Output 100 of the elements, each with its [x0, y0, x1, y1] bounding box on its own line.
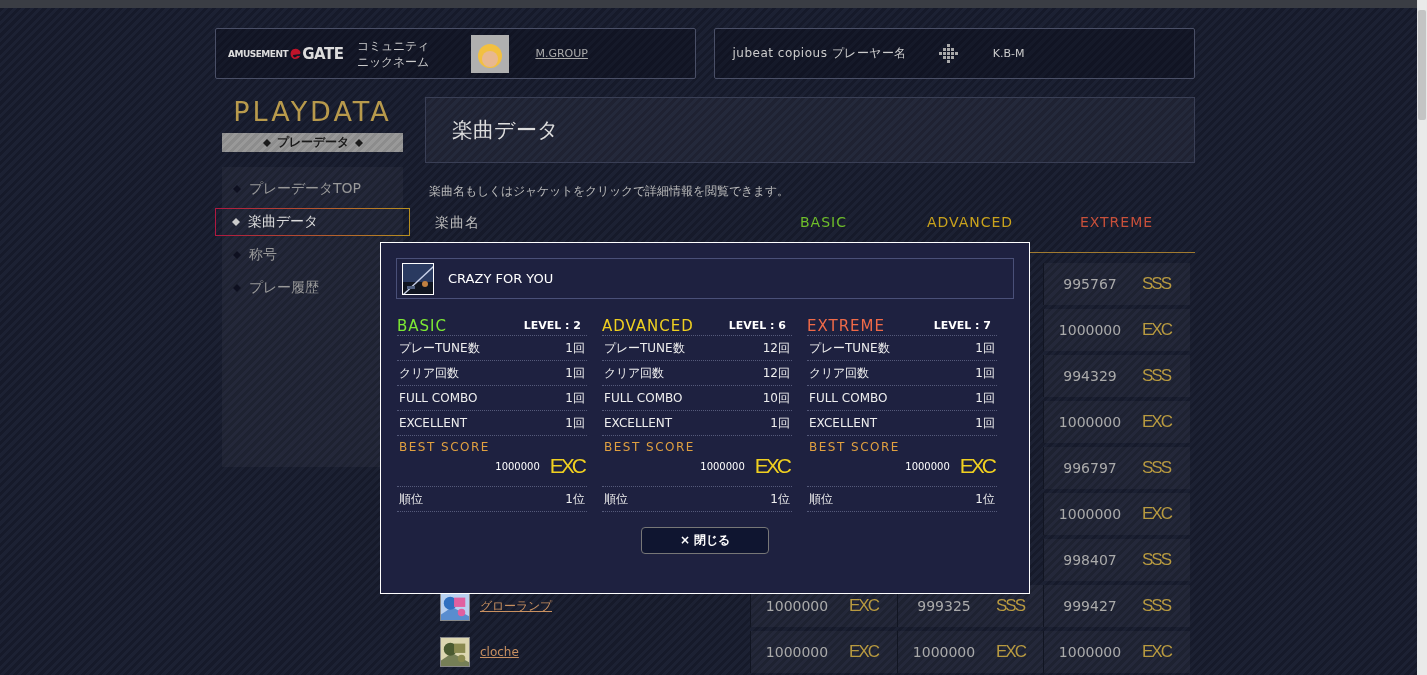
stat-label: 順位: [604, 490, 628, 508]
nav-item[interactable]: プレーデータTOP: [222, 175, 403, 203]
stat-value: 1回: [975, 364, 995, 382]
stat-value: 1位: [565, 490, 585, 508]
stat-label: FULL COMBO: [399, 391, 478, 405]
player-name: K.B-M: [992, 47, 1025, 60]
difficulty-name: BASIC: [397, 317, 447, 335]
score: 1000000: [764, 644, 830, 660]
stat-value: 10回: [762, 389, 790, 407]
stat-value: 1回: [565, 339, 585, 357]
level: LEVEL : 7: [933, 319, 991, 332]
section-subtitle: プレーデータ: [276, 134, 349, 151]
rank: SSS: [1142, 458, 1171, 478]
stat-value: 1回: [770, 414, 790, 432]
score: 1000000: [1057, 644, 1123, 660]
stat-label: FULL COMBO: [809, 391, 888, 405]
stat-label: EXCELLENT: [399, 416, 468, 430]
nickname-link[interactable]: M.GROUP: [535, 47, 588, 60]
score: 1000000: [911, 644, 977, 660]
score: 996797: [1062, 460, 1118, 476]
page-heading: 楽曲データ: [425, 97, 1195, 163]
score: 999325: [916, 598, 972, 614]
rank: SSS: [1142, 366, 1171, 386]
stat-label: 順位: [399, 490, 423, 508]
best-score: 1000000: [495, 460, 540, 472]
stat-value: 1回: [975, 389, 995, 407]
diamond-icon: [233, 284, 241, 292]
best-score-label: BEST SCORE: [399, 440, 491, 454]
nav-item[interactable]: 称号: [222, 241, 403, 269]
difficulty-name: ADVANCED: [602, 317, 694, 335]
diamond-icon: [262, 138, 271, 147]
rank: EXC: [996, 642, 1025, 662]
best-score-label: BEST SCORE: [809, 440, 901, 454]
stat-label: クリア回数: [604, 364, 664, 382]
swoosh-icon: [289, 46, 302, 61]
column-header: 楽曲名: [434, 214, 481, 232]
stat-value: 12回: [762, 364, 790, 382]
score: 1000000: [1057, 506, 1123, 522]
level: LEVEL : 2: [523, 319, 581, 332]
stat-value: 1回: [565, 364, 585, 382]
field-label: コミュニティ: [357, 37, 430, 54]
stat-value: 1回: [975, 414, 995, 432]
rank: EXC: [1142, 412, 1171, 432]
rank: SSS: [1142, 596, 1171, 616]
scrollbar[interactable]: [1417, 0, 1427, 675]
field-label: ニックネーム: [357, 53, 430, 70]
stat-label: プレーTUNE数: [809, 339, 890, 357]
difficulty-name: EXTREME: [807, 317, 885, 335]
stat-value: 1回: [565, 414, 585, 432]
best-score-label: BEST SCORE: [604, 440, 696, 454]
rank: EXC: [754, 454, 791, 478]
diamond-icon: [233, 251, 241, 259]
section-title: PLAYDATA: [232, 97, 393, 127]
rank: EXC: [1142, 320, 1171, 340]
song-link[interactable]: cloche: [480, 645, 519, 659]
close-button[interactable]: × 閉じる: [641, 527, 769, 554]
stat-label: FULL COMBO: [604, 391, 683, 405]
score: 995767: [1062, 276, 1118, 292]
score: 1000000: [1057, 414, 1123, 430]
diamond-grid-icon: [936, 41, 961, 66]
stat-label: EXCELLENT: [809, 416, 878, 430]
rank: EXC: [1142, 642, 1171, 662]
stat-value: 12回: [762, 339, 790, 357]
logo-text: AMUSEMENT: [228, 48, 289, 59]
column-header: EXTREME: [1078, 214, 1155, 230]
logo-text: GATE: [302, 44, 344, 63]
field-label: jubeat copious プレーヤー名: [732, 45, 907, 62]
score: 998407: [1062, 552, 1118, 568]
song-title: CRAZY FOR YOU: [448, 271, 554, 286]
nav-item[interactable]: プレー履歴: [222, 274, 403, 302]
rank: EXC: [1142, 504, 1171, 524]
column-header: ADVANCED: [925, 214, 1015, 230]
score: 994329: [1062, 368, 1118, 384]
avatar-icon: [471, 34, 510, 73]
song-link[interactable]: グローランプ: [480, 597, 552, 615]
diamond-icon: [233, 185, 241, 193]
stat-label: 順位: [809, 490, 833, 508]
rank: EXC: [849, 596, 878, 616]
rank: EXC: [959, 454, 996, 478]
rank: EXC: [549, 454, 586, 478]
stat-value: 1回: [975, 339, 995, 357]
scrollbar-thumb[interactable]: [1418, 10, 1426, 120]
score: 999427: [1062, 598, 1118, 614]
stat-label: クリア回数: [809, 364, 869, 382]
stat-label: クリア回数: [399, 364, 459, 382]
rank: SSS: [1142, 274, 1171, 294]
score: 1000000: [1057, 322, 1123, 338]
score: 1000000: [764, 598, 830, 614]
stat-label: プレーTUNE数: [399, 339, 480, 357]
column-header: BASIC: [799, 214, 848, 230]
stat-value: 1位: [975, 490, 995, 508]
rank: SSS: [1142, 550, 1171, 570]
stat-value: 1回: [565, 389, 585, 407]
nav-item[interactable]: 楽曲データ: [215, 208, 410, 236]
stat-label: プレーTUNE数: [604, 339, 685, 357]
rank: SSS: [996, 596, 1025, 616]
best-score: 1000000: [905, 460, 950, 472]
level: LEVEL : 6: [728, 319, 786, 332]
diamond-icon: [354, 138, 363, 147]
stat-value: 1位: [770, 490, 790, 508]
